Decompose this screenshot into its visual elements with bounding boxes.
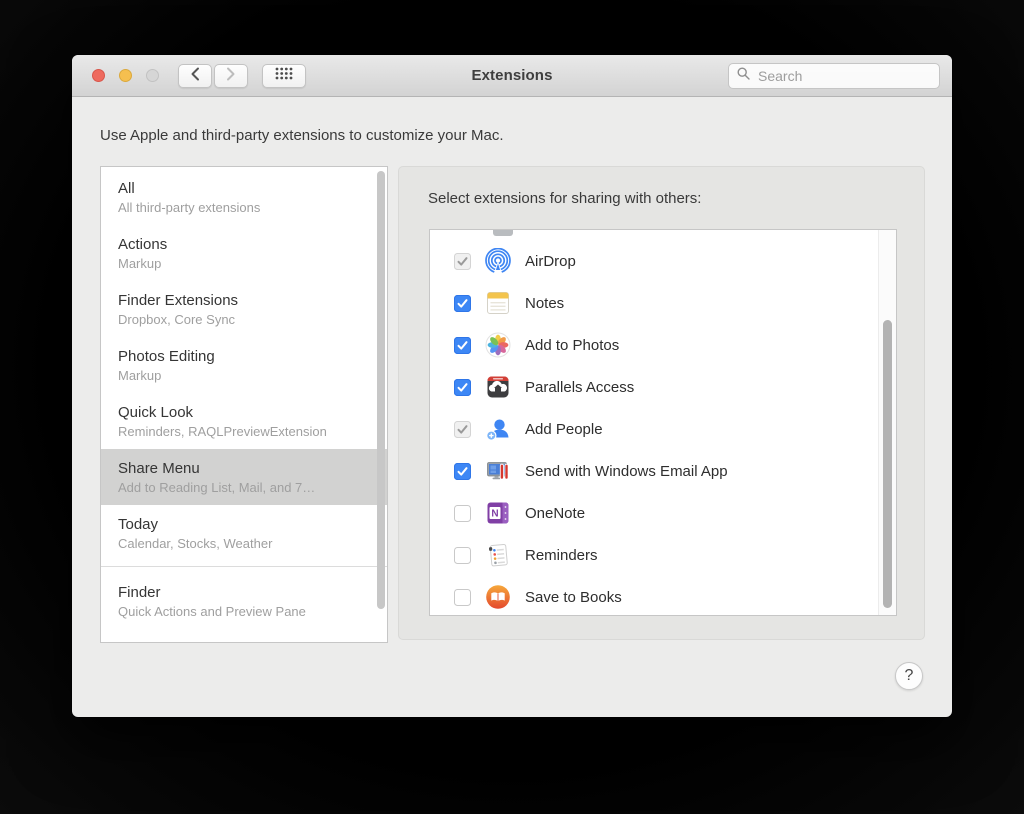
sidebar-item-finder[interactable]: Finder Quick Actions and Preview Pane	[101, 573, 387, 629]
sidebar-item-label: Photos Editing	[118, 347, 357, 366]
list-scrollbar-track[interactable]	[878, 230, 896, 615]
sidebar-item-finder-extensions[interactable]: Finder Extensions Dropbox, Core Sync	[101, 281, 387, 337]
sidebar-item-label: Quick Look	[118, 403, 357, 422]
extension-label: Parallels Access	[525, 379, 634, 396]
help-button[interactable]: ?	[895, 662, 923, 690]
extension-checkbox[interactable]	[454, 589, 471, 606]
desktop-background: Extensions Use Apple and third-party ext…	[0, 0, 1024, 814]
sidebar-item-label: Finder Extensions	[118, 291, 357, 310]
extension-checkbox[interactable]	[454, 295, 471, 312]
sidebar-item-sublabel: Calendar, Stocks, Weather	[118, 536, 357, 552]
extension-row-onenote: N OneNote	[430, 492, 878, 534]
grid-icon	[275, 67, 293, 85]
extension-label: Add to Photos	[525, 337, 619, 354]
airdrop-icon	[485, 248, 511, 274]
extension-row-save-to-books: Save to Books	[430, 576, 878, 616]
extension-row-reminders: Reminders	[430, 534, 878, 576]
extension-row-add-people: Add People	[430, 408, 878, 450]
extension-checkbox[interactable]	[454, 379, 471, 396]
sidebar-item-today[interactable]: Today Calendar, Stocks, Weather	[101, 505, 387, 561]
chevron-right-icon	[226, 67, 236, 86]
forward-button	[214, 64, 248, 88]
extension-label: AirDrop	[525, 253, 576, 270]
extension-checkbox	[454, 253, 471, 270]
notes-icon	[485, 290, 511, 316]
window-title: Extensions	[372, 55, 652, 97]
sidebar-item-sublabel: All third-party extensions	[118, 200, 357, 216]
sidebar-item-all[interactable]: All All third-party extensions	[101, 169, 387, 225]
sidebar-item-quick-look[interactable]: Quick Look Reminders, RAQLPreviewExtensi…	[101, 393, 387, 449]
sidebar-item-sublabel: Markup	[118, 256, 357, 272]
extension-label: Notes	[525, 295, 564, 312]
extension-checkbox[interactable]	[454, 463, 471, 480]
photos-icon	[485, 332, 511, 358]
sidebar-item-sublabel: Markup	[118, 368, 357, 384]
extension-checkbox[interactable]	[454, 505, 471, 522]
extension-row-airdrop: AirDrop	[430, 240, 878, 282]
extension-label: OneNote	[525, 505, 585, 522]
sidebar-item-actions[interactable]: Actions Markup	[101, 225, 387, 281]
sidebar-scrollbar-thumb[interactable]	[377, 171, 385, 609]
extension-row-send-with-windows-email-app: Send with Windows Email App	[430, 450, 878, 492]
sidebar-item-share-menu[interactable]: Share Menu Add to Reading List, Mail, an…	[101, 449, 387, 505]
zoom-window-button	[146, 69, 159, 82]
back-button[interactable]	[178, 64, 212, 88]
sidebar-item-sublabel: Reminders, RAQLPreviewExtension	[118, 424, 357, 440]
close-window-button[interactable]	[92, 69, 105, 82]
extension-checkbox[interactable]	[454, 547, 471, 564]
sidebar-item-touch-bar[interactable]: Touch Bar	[101, 629, 387, 643]
minimize-window-button[interactable]	[119, 69, 132, 82]
windows-email-icon	[485, 458, 511, 484]
extension-label: Add People	[525, 421, 603, 438]
list-scrollbar-thumb[interactable]	[883, 320, 892, 608]
sidebar-item-label: Today	[118, 515, 357, 534]
extension-label: Send with Windows Email App	[525, 463, 728, 480]
chevron-left-icon	[190, 67, 200, 86]
share-extensions-list: AirDrop Notes Add to Photos	[429, 229, 897, 616]
sidebar-item-label: Actions	[118, 235, 357, 254]
extensions-preferences-window: Extensions Use Apple and third-party ext…	[72, 55, 952, 717]
sidebar-item-label: All	[118, 179, 357, 198]
share-menu-panel: Select extensions for sharing with other…	[398, 166, 925, 640]
extension-categories-list: All All third-party extensions Actions M…	[100, 166, 388, 643]
books-icon	[485, 584, 511, 610]
intro-text: Use Apple and third-party extensions to …	[100, 127, 504, 144]
extension-row-parallels-access: Parallels Access	[430, 366, 878, 408]
titlebar[interactable]: Extensions	[72, 55, 952, 97]
show-all-preferences-button[interactable]	[262, 64, 306, 88]
onenote-icon: N	[485, 500, 511, 526]
extension-label: Reminders	[525, 547, 598, 564]
parallels-access-icon	[485, 374, 511, 400]
extension-checkbox[interactable]	[454, 337, 471, 354]
clipped-row-icon	[493, 230, 513, 236]
sidebar-divider	[101, 566, 387, 567]
sidebar-item-sublabel: Add to Reading List, Mail, and 7…	[118, 480, 357, 496]
extension-row-notes: Notes	[430, 282, 878, 324]
svg-text:N: N	[491, 509, 498, 520]
sidebar-item-photos-editing[interactable]: Photos Editing Markup	[101, 337, 387, 393]
sidebar-item-sublabel: Dropbox, Core Sync	[118, 312, 357, 328]
extension-row-add-to-photos: Add to Photos	[430, 324, 878, 366]
sidebar-item-label: Finder	[118, 583, 357, 602]
reminders-icon	[485, 542, 511, 568]
extension-label: Save to Books	[525, 589, 622, 606]
panel-header: Select extensions for sharing with other…	[428, 190, 701, 207]
add-people-icon	[485, 416, 511, 442]
search-icon	[737, 67, 750, 85]
sidebar-item-label: Share Menu	[118, 459, 357, 478]
extension-checkbox	[454, 421, 471, 438]
search-input[interactable]	[756, 67, 941, 85]
sidebar-item-label: Touch Bar	[118, 639, 357, 643]
sidebar-item-sublabel: Quick Actions and Preview Pane	[118, 604, 357, 620]
search-field[interactable]	[728, 63, 940, 89]
